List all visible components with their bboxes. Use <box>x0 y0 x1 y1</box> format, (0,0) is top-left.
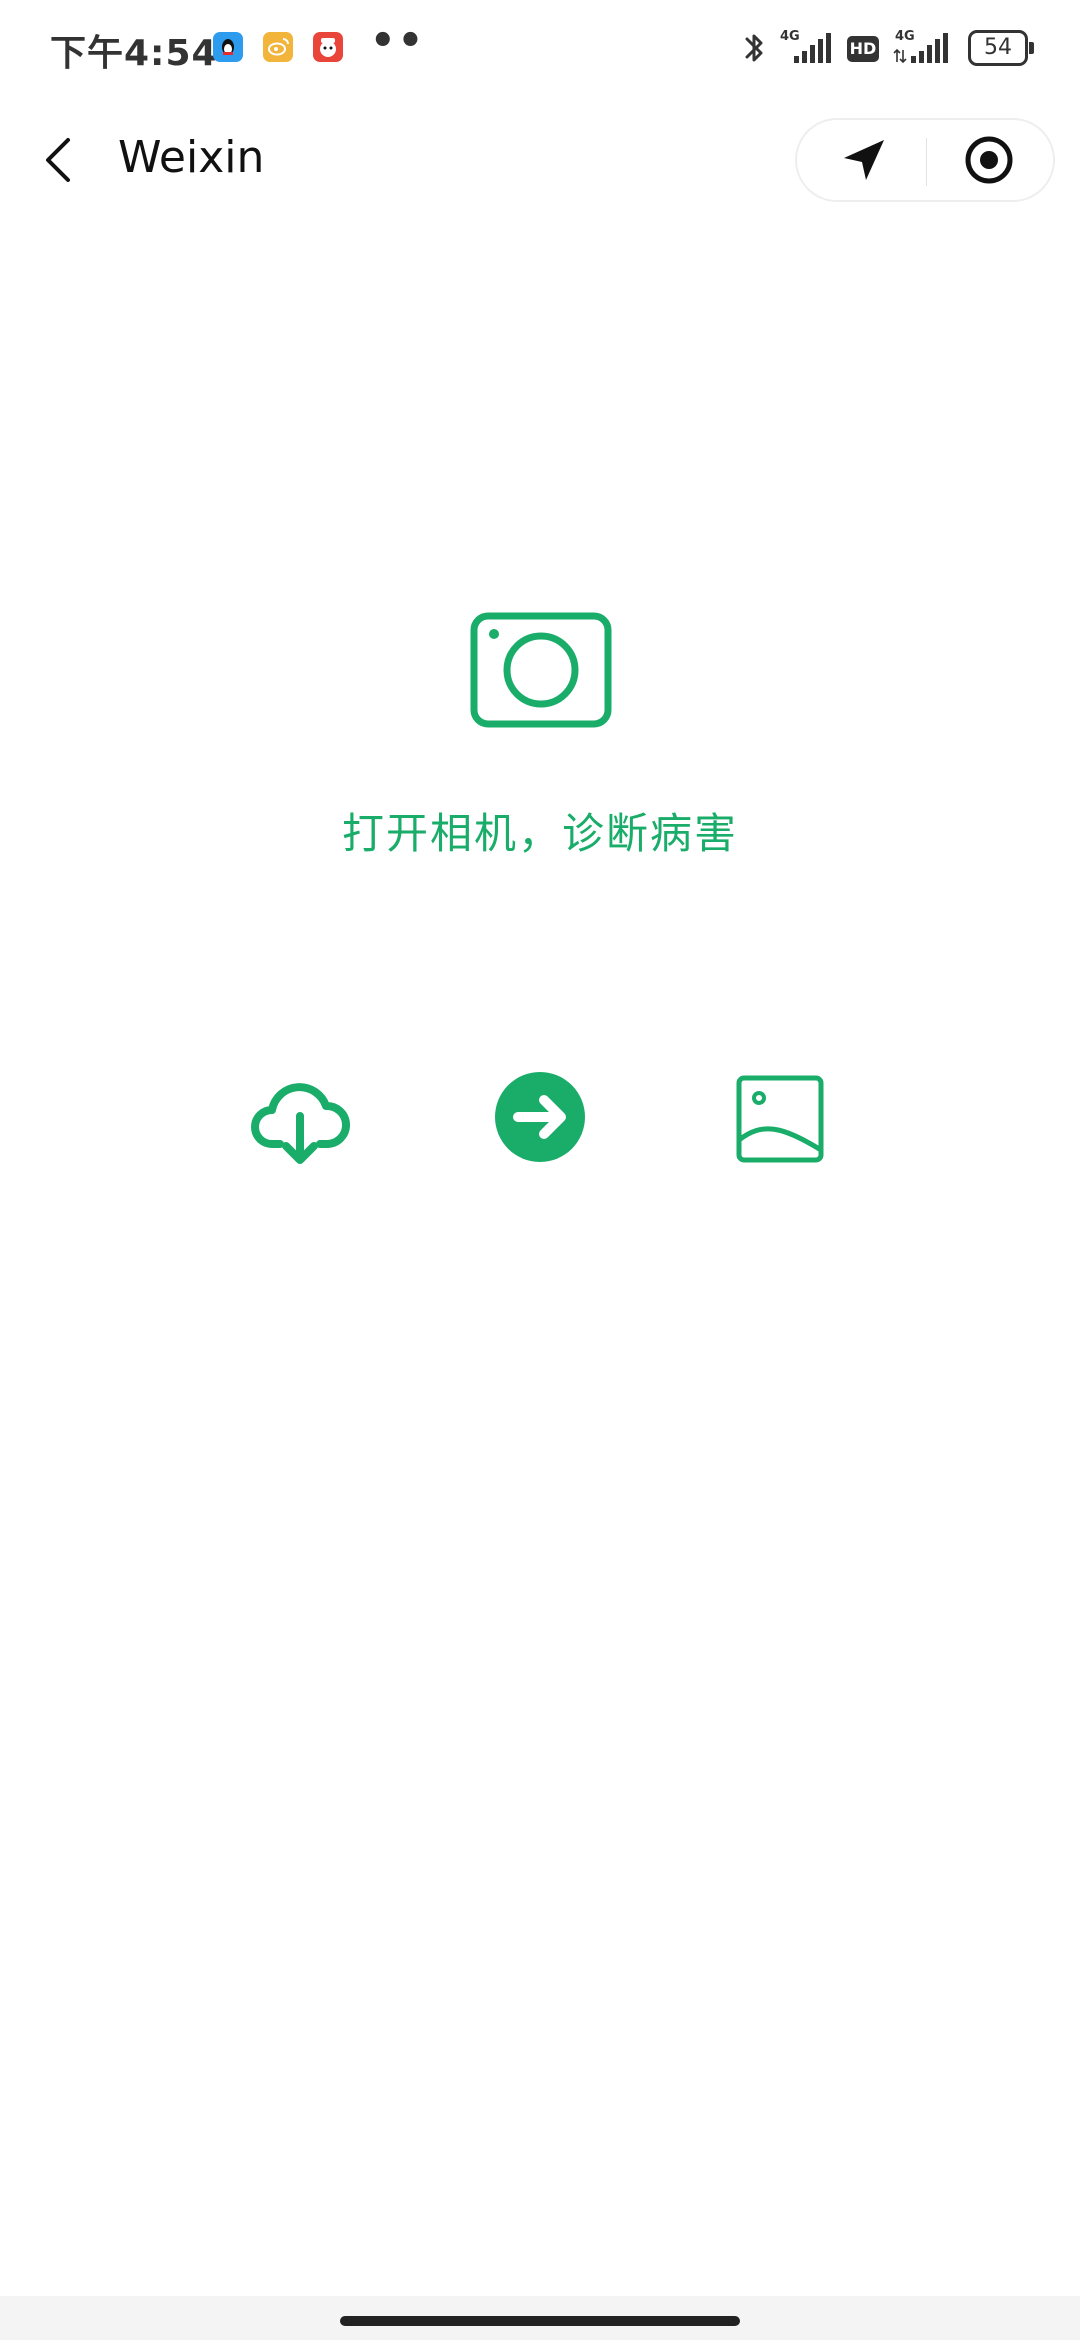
record-circle-icon <box>965 136 1013 184</box>
download-button[interactable] <box>250 1070 351 1170</box>
network-label-1: 4G <box>780 29 800 44</box>
camera-icon <box>470 612 612 728</box>
open-camera-button[interactable] <box>470 612 612 728</box>
qq-icon <box>213 32 243 62</box>
gallery-button[interactable] <box>730 1070 830 1170</box>
weibo-icon <box>263 32 293 62</box>
battery-level: 54 <box>984 35 1012 60</box>
arrow-right-circle-icon <box>495 1072 585 1162</box>
page-title: Weixin <box>118 132 265 183</box>
miniprogram-capsule <box>795 118 1055 202</box>
location-button[interactable] <box>797 120 925 200</box>
status-bar: 下午4:54 •• 4G HD 4G 54 <box>0 0 1080 100</box>
back-button[interactable] <box>32 128 88 192</box>
gesture-bar <box>0 2296 1080 2340</box>
chevron-left-icon <box>46 138 70 182</box>
navigation-bar: Weixin <box>0 100 1080 220</box>
status-time: 下午4:54 <box>50 33 218 74</box>
battery-icon: 54 <box>968 30 1034 66</box>
camera-caption: 打开相机，诊断病害 <box>341 809 738 858</box>
cellular-signal-icon-2: 4G <box>893 29 948 64</box>
cellular-signal-icon: 4G <box>780 29 831 63</box>
hd-badge: HD <box>847 36 879 62</box>
image-icon <box>736 1075 824 1163</box>
app-icon <box>313 32 343 62</box>
home-indicator[interactable] <box>340 2316 740 2326</box>
network-label-2: 4G <box>895 29 915 44</box>
cloud-download-icon <box>251 1083 351 1164</box>
more-notifications-indicator: •• <box>370 18 426 64</box>
close-miniprogram-button[interactable] <box>927 120 1055 200</box>
location-arrow-icon <box>844 140 884 180</box>
next-button[interactable] <box>490 1070 590 1170</box>
bluetooth-icon <box>745 34 763 62</box>
